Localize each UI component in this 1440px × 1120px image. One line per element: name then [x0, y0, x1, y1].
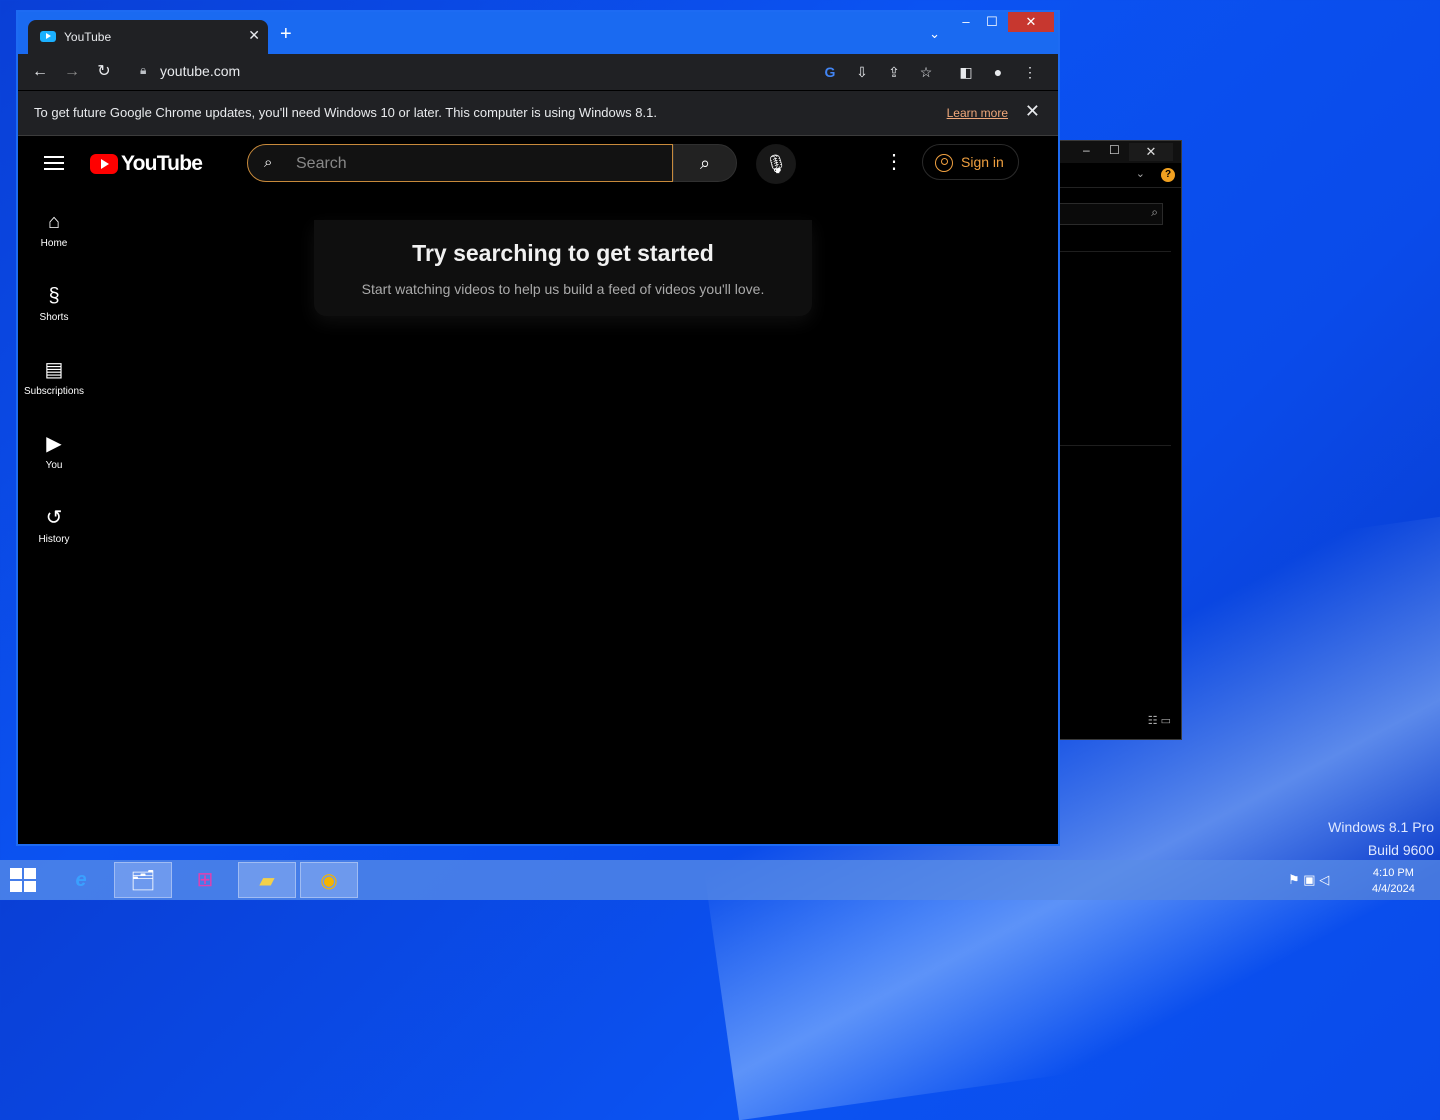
- network-icon[interactable]: ▣: [1303, 872, 1315, 887]
- maximize-button[interactable]: ☐: [980, 12, 1004, 32]
- learn-more-link[interactable]: Learn more: [947, 106, 1008, 120]
- sidebar-item-label: Home: [40, 238, 68, 249]
- subscriptions-icon: ▤: [44, 359, 64, 381]
- google-lens-icon[interactable]: G: [819, 62, 841, 82]
- sign-in-label: Sign in: [961, 154, 1004, 170]
- help-icon[interactable]: ?: [1161, 168, 1175, 182]
- browser-titlebar[interactable]: YouTube ✕ + ⌄ – ☐ ✕: [18, 12, 1058, 54]
- guide-sidebar: ⌂ Home § Shorts ▤ Subscriptions ▶ You ↺ …: [18, 196, 90, 566]
- chrome-menu-icon[interactable]: ⋮: [1019, 62, 1041, 82]
- close-infobar-icon[interactable]: ✕: [1025, 101, 1040, 122]
- minimize-button[interactable]: –: [954, 12, 978, 32]
- clock-time: 4:10 PM: [1372, 867, 1414, 879]
- share-icon[interactable]: ⇪: [883, 62, 905, 82]
- search-input[interactable]: [294, 151, 658, 177]
- back-icon[interactable]: ←: [30, 62, 50, 82]
- search-icon: ⌕: [264, 154, 273, 171]
- windows-start-icon[interactable]: [10, 868, 38, 892]
- folder-icon[interactable]: ▰: [238, 862, 296, 898]
- sign-in-button[interactable]: Sign in: [922, 144, 1019, 180]
- update-infobar: To get future Google Chrome updates, you…: [18, 90, 1058, 136]
- youtube-play-icon: [90, 154, 118, 174]
- minimize-icon[interactable]: –: [1083, 143, 1090, 157]
- history-icon: ↺: [45, 507, 63, 529]
- store-icon[interactable]: ⊞: [176, 862, 234, 898]
- youtube-favicon-icon: [40, 31, 56, 42]
- chrome-icon[interactable]: ◉: [300, 862, 358, 898]
- explorer-ribbon: ⌄ ?: [1059, 163, 1181, 188]
- internet-explorer-icon[interactable]: e: [52, 862, 110, 898]
- sidebar-item-history[interactable]: ↺ History: [18, 492, 90, 566]
- browser-toolbar: ← → ↻ 🔒︎ youtube.com G ⇩ ⇪ ☆ ◧ ● ⋮: [18, 54, 1058, 90]
- youtube-wordmark: YouTube: [121, 152, 203, 175]
- forward-icon[interactable]: →: [62, 62, 82, 82]
- settings-menu-icon[interactable]: ⋮: [884, 152, 904, 172]
- lock-icon[interactable]: 🔒︎: [140, 63, 146, 78]
- flag-icon[interactable]: ⚑: [1288, 872, 1300, 887]
- view-toggle-icons[interactable]: ☷ ▭: [1148, 714, 1171, 727]
- windows-edition: Windows 8.1 Pro: [1328, 819, 1434, 835]
- tab-title: YouTube: [64, 30, 112, 44]
- explorer-window[interactable]: – ☐ ✕ ⌄ ? ⌕ ☷ ▭: [1058, 140, 1182, 740]
- infobar-message: To get future Google Chrome updates, you…: [34, 105, 657, 120]
- sidebar-item-home[interactable]: ⌂ Home: [18, 196, 90, 270]
- volume-icon[interactable]: ◁: [1319, 872, 1329, 887]
- youtube-header: YouTube ⌕ ⌕ 🎙︎ ⋮ Sign in: [18, 136, 1058, 192]
- address-url[interactable]: youtube.com: [160, 63, 240, 79]
- browser-window: YouTube ✕ + ⌄ – ☐ ✕ ← → ↻ 🔒︎ youtube.com…: [16, 10, 1060, 846]
- sidebar-item-you[interactable]: ▶ You: [18, 418, 90, 492]
- side-panel-icon[interactable]: ◧: [955, 62, 977, 82]
- sidebar-item-shorts[interactable]: § Shorts: [18, 270, 90, 344]
- tab-search-icon[interactable]: ⌄: [929, 26, 940, 42]
- close-tab-icon[interactable]: ✕: [248, 27, 260, 44]
- reload-icon[interactable]: ↻: [94, 62, 114, 82]
- explorer-titlebar[interactable]: – ☐ ✕: [1059, 141, 1181, 163]
- clock-date: 4/4/2024: [1372, 883, 1415, 895]
- maximize-icon[interactable]: ☐: [1109, 143, 1120, 157]
- empty-feed-prompt: Try searching to get started Start watch…: [314, 220, 812, 316]
- you-icon: ▶: [46, 433, 62, 455]
- account-icon: [935, 154, 953, 173]
- file-explorer-icon[interactable]: 🗂︎: [114, 862, 172, 898]
- sidebar-item-label: You: [45, 460, 63, 471]
- windows-watermark: Windows 8.1 Pro Build 9600: [1328, 816, 1434, 862]
- search-box[interactable]: ⌕: [247, 144, 673, 182]
- divider: [1059, 445, 1171, 446]
- browser-tab[interactable]: YouTube ✕: [28, 20, 268, 54]
- youtube-page: YouTube ⌕ ⌕ 🎙︎ ⋮ Sign in ⌂ Home § Shorts: [18, 136, 1058, 844]
- guide-menu-icon[interactable]: [42, 152, 66, 172]
- sidebar-item-subscriptions[interactable]: ▤ Subscriptions: [18, 344, 90, 418]
- search-button[interactable]: ⌕: [673, 144, 737, 182]
- voice-search-icon[interactable]: 🎙︎: [756, 144, 796, 184]
- profile-icon[interactable]: ●: [987, 62, 1009, 82]
- taskbar-clock[interactable]: 4:10 PM 4/4/2024: [1372, 865, 1415, 897]
- sidebar-item-label: Shorts: [39, 312, 69, 323]
- empty-feed-title: Try searching to get started: [412, 240, 714, 266]
- empty-feed-subtitle: Start watching videos to help us build a…: [361, 281, 765, 297]
- home-icon: ⌂: [47, 211, 61, 233]
- install-icon[interactable]: ⇩: [851, 62, 873, 82]
- taskbar: e 🗂︎ ⊞ ▰ ◉ ⚑ ▣ ◁ 4:10 PM 4/4/2024: [0, 860, 1440, 900]
- explorer-search-input[interactable]: ⌕: [1059, 203, 1163, 225]
- system-tray: ⚑ ▣ ◁: [1288, 872, 1329, 888]
- divider: [1059, 251, 1171, 252]
- search-icon: ⌕: [1151, 205, 1158, 219]
- new-tab-button[interactable]: +: [280, 24, 292, 44]
- windows-build: Build 9600: [1367, 842, 1434, 858]
- sidebar-item-label: History: [38, 534, 70, 545]
- close-icon[interactable]: ✕: [1129, 143, 1173, 161]
- close-button[interactable]: ✕: [1008, 12, 1054, 32]
- sidebar-item-label: Subscriptions: [23, 386, 85, 397]
- bookmark-star-icon[interactable]: ☆: [915, 62, 937, 82]
- chevron-down-icon[interactable]: ⌄: [1136, 167, 1145, 180]
- shorts-icon: §: [48, 285, 60, 307]
